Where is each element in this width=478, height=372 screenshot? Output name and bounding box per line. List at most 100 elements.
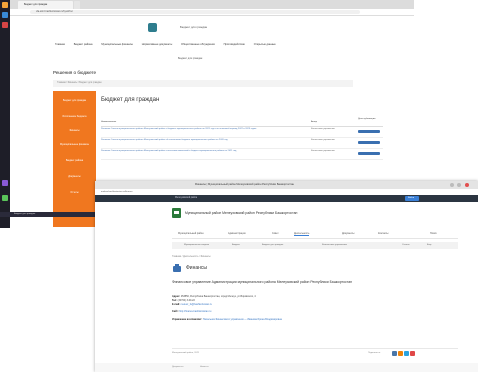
- subnav-item[interactable]: Муниципальные закупки: [184, 244, 209, 246]
- back-site-logo-icon[interactable]: [148, 23, 157, 32]
- coat-of-arms-icon[interactable]: [172, 208, 181, 218]
- front-top-dark-bar: Мелеузовский район Войти: [95, 195, 478, 202]
- row-title-link[interactable]: Решение Совета муниципального района Мел…: [101, 128, 306, 130]
- back-nav-item[interactable]: Муниципальные финансы: [101, 43, 133, 46]
- row-title-link[interactable]: Решение Совета муниципального района Мел…: [101, 139, 306, 141]
- footer-share-label: Поделиться:: [368, 352, 381, 354]
- subnav-item[interactable]: Еще: [427, 244, 431, 246]
- subnav-item[interactable]: Финансовое управление: [322, 244, 347, 246]
- row-download-button[interactable]: [358, 152, 380, 155]
- email-label: E-mail:: [172, 303, 180, 306]
- site-link[interactable]: http://finance.bashkortostan.ru: [179, 310, 211, 313]
- back-nav-item[interactable]: Открытые данные: [254, 43, 276, 46]
- front-browser-window: [95, 181, 478, 372]
- browser-icon[interactable]: [2, 12, 8, 18]
- table-header-date: Дата публикации: [358, 118, 376, 120]
- footer-copyright: Мелеузовский район, 2021: [172, 352, 200, 354]
- front-site-title: Муниципальный район Мелеузовский район Р…: [185, 211, 298, 215]
- nav-item[interactable]: Поиск: [430, 232, 437, 235]
- row-download-button[interactable]: [358, 130, 380, 133]
- address-label: Адрес:: [172, 295, 181, 298]
- row-download-button[interactable]: [358, 141, 380, 144]
- login-button[interactable]: Войти: [405, 196, 419, 201]
- vk-icon[interactable]: [392, 351, 397, 356]
- app-icon[interactable]: [2, 22, 8, 28]
- row-author: Финансовое управление: [311, 150, 335, 152]
- back-nav-item[interactable]: Нормативные документы: [142, 43, 173, 46]
- os-taskbar: [0, 0, 10, 228]
- page-title: Финансы: [186, 265, 207, 271]
- email-line: E-mail: meleuz_fu@bashkortostan.ru: [172, 303, 212, 306]
- nav-item[interactable]: Совет: [272, 232, 279, 235]
- table-row: Решение Совета муниципального района Мел…: [101, 138, 383, 149]
- taskbar-window-label: Бюджет для граждан: [14, 213, 36, 215]
- back-nav-item[interactable]: Общественные обсуждения: [181, 43, 215, 46]
- table-row: Решение Совета муниципального района Мел…: [101, 149, 383, 160]
- nav-item-active[interactable]: Деятельность: [294, 232, 310, 236]
- sidebar-item[interactable]: Бюджет района: [53, 159, 96, 162]
- sidebar-item[interactable]: Муниципальные финансы: [53, 143, 96, 146]
- finance-icon: [173, 264, 181, 272]
- subnav-item[interactable]: Бюджет для граждан: [262, 244, 283, 246]
- sidebar-item[interactable]: Финансы: [53, 129, 96, 132]
- nav-item[interactable]: Муниципальный район: [178, 232, 204, 235]
- phone-value: (34764) 3-00-22: [177, 299, 195, 302]
- youtube-icon[interactable]: [410, 351, 415, 356]
- sidebar-item[interactable]: Документы: [53, 175, 96, 178]
- back-breadcrumb-text[interactable]: Главная / Финансы / Бюджет для граждан: [57, 82, 102, 84]
- front-main-nav: Муниципальный район Администрация Совет …: [172, 230, 458, 239]
- maximize-icon[interactable]: [457, 183, 461, 187]
- table-header-author: Автор: [311, 121, 317, 123]
- back-main-nav: Главная Бюджет района Муниципальные фина…: [55, 42, 385, 48]
- app-icon[interactable]: [2, 180, 8, 186]
- table-header-title: Наименование: [101, 121, 117, 123]
- new-tab-button[interactable]: [74, 1, 80, 9]
- back-nav-item[interactable]: Противодействие: [224, 43, 245, 46]
- sidebar-item[interactable]: Исполнение бюджета: [53, 115, 96, 118]
- table-row: Решение Совета муниципального района Мел…: [101, 127, 383, 138]
- front-bottom-bar: Документы Новости: [95, 363, 478, 372]
- front-breadcrumb[interactable]: Главная / Деятельность / Финансы: [172, 255, 211, 258]
- front-title-bar: Финансы | Муниципальный район Мелеузовск…: [95, 181, 478, 189]
- phone-line: Тел: (34764) 3-00-22: [172, 299, 195, 302]
- minimize-icon[interactable]: [450, 183, 454, 187]
- bottom-link[interactable]: Документы: [172, 366, 183, 368]
- manager-value[interactable]: Начальник Финансового управления — Ивано…: [203, 318, 282, 321]
- manager-line: Управление возглавляет: Начальник Финанс…: [172, 318, 282, 321]
- manager-label: Управление возглавляет:: [172, 318, 203, 321]
- site-label: Сайт:: [172, 310, 179, 313]
- sidebar-item[interactable]: Бюджет для граждан: [53, 99, 96, 102]
- telegram-icon[interactable]: [404, 351, 409, 356]
- back-url-field[interactable]: ufa-atmz.bashkortostan.ru/byudzhet: [30, 10, 360, 14]
- back-tab-title: Бюджет для граждан: [24, 3, 48, 6]
- subnav-item[interactable]: Бюджет: [232, 244, 240, 246]
- row-author: Финансовое управление: [311, 139, 335, 141]
- back-tab-active[interactable]: Бюджет для граждан: [18, 1, 73, 9]
- front-footer: Мелеузовский район, 2021 Поделиться:: [172, 348, 458, 357]
- bottom-link[interactable]: Новости: [200, 366, 208, 368]
- subnav-item[interactable]: Отчеты: [402, 244, 410, 246]
- row-title-link[interactable]: Решение Совета муниципального района Мел…: [101, 150, 306, 152]
- address-value: 453850, Республика Башкортостан, город М…: [180, 295, 256, 298]
- close-icon[interactable]: [465, 183, 469, 187]
- phone-label: Тел:: [172, 299, 177, 302]
- back-nav-item[interactable]: Бюджет района: [74, 43, 93, 46]
- back-sidebar: Бюджет для граждан Исполнение бюджета Фи…: [53, 91, 96, 227]
- back-url-text: ufa-atmz.bashkortostan.ru/byudzhet: [36, 10, 73, 13]
- back-content-heading: Бюджет для граждан: [101, 97, 160, 103]
- ok-icon[interactable]: [398, 351, 403, 356]
- nav-item[interactable]: Документы: [342, 232, 354, 235]
- back-table-header: Наименование Автор Дата публикации: [101, 118, 383, 127]
- back-page-heading: Решения о бюджете: [53, 70, 97, 75]
- back-site-title: Бюджет для граждан: [180, 25, 208, 29]
- taskbar-window-item[interactable]: Бюджет для граждан: [0, 212, 100, 217]
- sidebar-item[interactable]: Отчеты: [53, 191, 96, 194]
- back-nav-item[interactable]: Главная: [55, 43, 65, 46]
- nav-item[interactable]: Администрация: [228, 232, 246, 235]
- front-sub-nav: Муниципальные закупки Бюджет Бюджет для …: [172, 242, 458, 249]
- start-icon[interactable]: [2, 2, 8, 8]
- app-icon[interactable]: [2, 195, 8, 201]
- email-link[interactable]: meleuz_fu@bashkortostan.ru: [181, 303, 212, 306]
- back-subheader: Бюджет для граждан: [178, 57, 203, 60]
- nav-item[interactable]: Контакты: [378, 232, 388, 235]
